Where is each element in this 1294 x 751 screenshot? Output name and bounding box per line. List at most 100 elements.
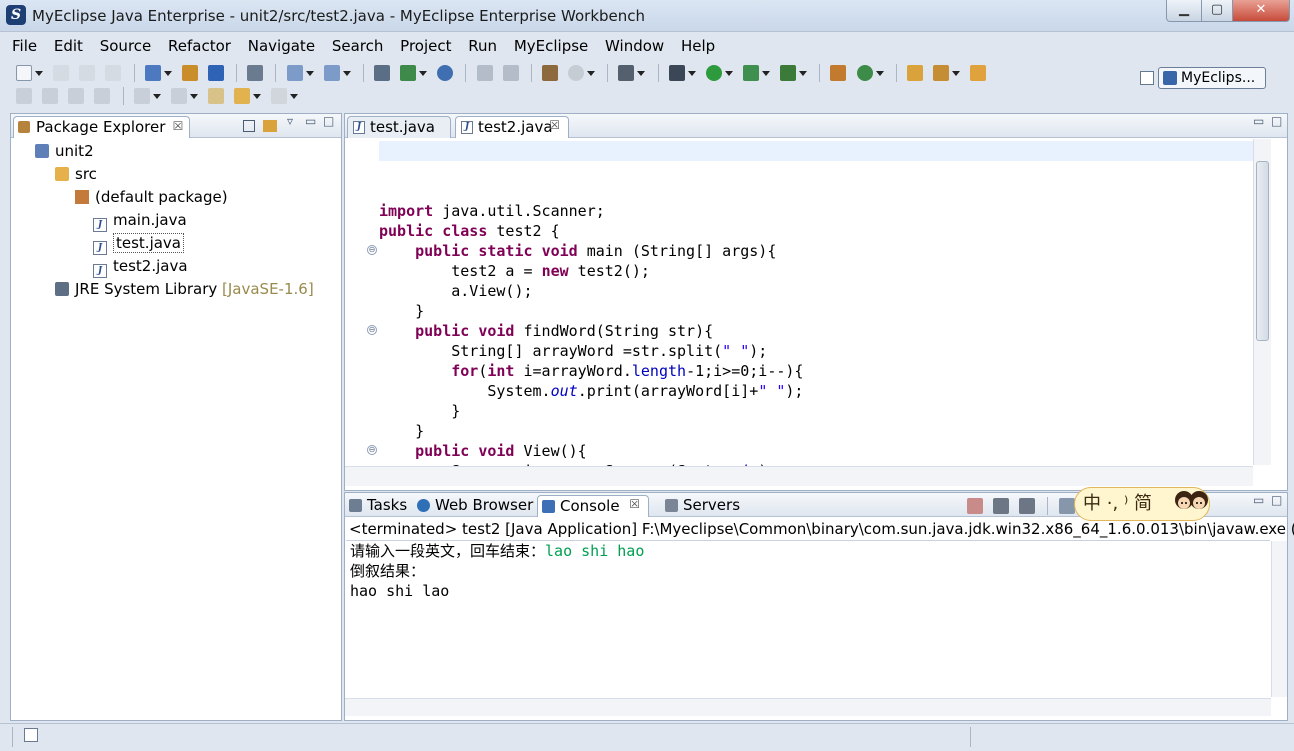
run-icon[interactable] — [705, 65, 722, 81]
forward-dropdown-arrow-icon[interactable] — [290, 93, 299, 99]
external-tools-dropdown-arrow-icon[interactable] — [799, 70, 808, 76]
search-tool-icon[interactable] — [932, 65, 949, 81]
new-class-dropdown-arrow-icon[interactable] — [875, 70, 884, 76]
previous-annotation-dropdown-arrow-icon[interactable] — [189, 93, 198, 99]
debug-dropdown-arrow-icon[interactable] — [687, 70, 696, 76]
console-vertical-scrollbar[interactable] — [1271, 541, 1287, 697]
maximize-button[interactable]: ▢ — [1201, 0, 1233, 22]
tab-console[interactable]: Console ☒ — [537, 495, 649, 517]
scrollbar-thumb[interactable] — [1256, 161, 1269, 341]
server-dropdown-arrow-icon[interactable] — [163, 70, 172, 76]
minimize-view-icon[interactable]: ▭ — [1253, 493, 1264, 507]
camera-dropdown-arrow-icon[interactable] — [637, 70, 646, 76]
fold-collapse-icon[interactable]: ⊖ — [367, 245, 377, 255]
menu-run[interactable]: Run — [462, 37, 503, 55]
minimize-view-icon[interactable]: ▭ — [1253, 114, 1264, 128]
clear-console-icon[interactable] — [1058, 498, 1075, 514]
fast-view-icon[interactable] — [24, 728, 38, 742]
external-tools-icon[interactable] — [780, 65, 797, 81]
link-with-editor-icon[interactable] — [263, 120, 277, 132]
new-java-class-icon[interactable] — [856, 65, 873, 81]
back-navigation-icon[interactable] — [476, 65, 493, 81]
new-ejb-project-icon[interactable] — [323, 65, 340, 81]
web-browser-icon[interactable] — [437, 65, 454, 81]
forward-navigation-icon[interactable] — [502, 65, 519, 81]
deploy-icon[interactable] — [181, 65, 198, 81]
maximize-view-icon[interactable]: □ — [323, 114, 334, 128]
console-output[interactable]: 请输入一段英文，回车结束：lao shi hao 倒叙结果： hao shi l… — [346, 540, 1270, 698]
menu-window[interactable]: Window — [599, 37, 670, 55]
tree-item-default-package[interactable]: (default package) — [75, 187, 228, 207]
close-icon[interactable]: ☒ — [173, 119, 184, 133]
tab-web-browser[interactable]: Web Browser — [413, 495, 533, 517]
tab-test-java[interactable]: J test.java — [347, 116, 451, 138]
open-perspective-icon[interactable] — [1140, 71, 1154, 85]
tree-item-src[interactable]: src — [55, 164, 97, 184]
open-project-icon[interactable] — [906, 65, 923, 81]
remove-launch-icon[interactable] — [993, 498, 1010, 514]
new-web-project-icon[interactable] — [286, 65, 303, 81]
console-horizontal-scrollbar[interactable] — [345, 698, 1271, 716]
open-folder-icon[interactable] — [970, 65, 987, 81]
new-icon[interactable] — [16, 65, 32, 81]
toggle-mark-occurrences-icon[interactable] — [16, 88, 32, 104]
ime-status-widget[interactable]: 中 ·, ⁾ 简 — [1074, 487, 1210, 521]
new-server-icon[interactable] — [144, 65, 161, 81]
tab-test2-java[interactable]: J test2.java ☒ — [455, 116, 569, 138]
save-icon[interactable] — [53, 65, 70, 81]
resource-dropdown-arrow-icon[interactable] — [587, 70, 596, 76]
run-dropdown-arrow-icon[interactable] — [724, 70, 733, 76]
collapse-all-icon[interactable] — [243, 120, 255, 132]
menu-help[interactable]: Help — [675, 37, 721, 55]
fold-collapse-icon[interactable]: ⊖ — [367, 325, 377, 335]
menu-source[interactable]: Source — [94, 37, 158, 55]
back-dropdown-arrow-icon[interactable] — [253, 93, 262, 99]
html-dropdown-arrow-icon[interactable] — [419, 70, 428, 76]
perspective-myeclipse-button[interactable]: MyEclips... — [1158, 67, 1266, 89]
previous-annotation-icon[interactable] — [170, 88, 187, 104]
code-editor[interactable]: import java.util.Scanner; public class t… — [345, 139, 1253, 469]
menu-navigate[interactable]: Navigate — [242, 37, 321, 55]
menu-project[interactable]: Project — [394, 37, 457, 55]
tree-item-test-java[interactable]: Jtest.java — [93, 233, 185, 255]
maximize-view-icon[interactable]: □ — [1271, 493, 1282, 507]
minimize-button[interactable]: ▁ — [1166, 0, 1202, 22]
tree-item-jre-library[interactable]: JRE System Library [JavaSE-1.6] — [55, 279, 314, 299]
open-type-icon[interactable] — [541, 65, 558, 81]
close-window-button[interactable]: ✕ — [1232, 0, 1290, 22]
next-annotation-icon[interactable] — [133, 88, 150, 104]
menu-search[interactable]: Search — [326, 37, 390, 55]
show-whitespace-icon[interactable] — [68, 88, 85, 104]
menu-file[interactable]: File — [6, 37, 43, 55]
camera-icon[interactable] — [618, 65, 635, 81]
print-icon[interactable] — [105, 65, 122, 81]
maximize-view-icon[interactable]: □ — [1271, 114, 1282, 128]
forward-icon[interactable] — [271, 88, 288, 104]
open-console-icon[interactable] — [247, 65, 264, 81]
editor-horizontal-scrollbar[interactable] — [345, 466, 1253, 486]
ejb-project-dropdown-arrow-icon[interactable] — [342, 70, 351, 76]
new-dropdown-arrow-icon[interactable] — [35, 70, 43, 76]
search-dropdown-arrow-icon[interactable] — [951, 70, 960, 76]
new-jsp-icon[interactable] — [373, 65, 390, 81]
menu-myeclipse[interactable]: MyEclipse — [508, 37, 594, 55]
new-html-icon[interactable] — [400, 65, 417, 81]
tab-package-explorer[interactable]: Package Explorer ☒ — [13, 116, 191, 138]
remove-all-terminated-icon[interactable] — [1019, 498, 1036, 514]
debug-icon[interactable] — [668, 65, 685, 81]
minimize-view-icon[interactable]: ▭ — [305, 114, 316, 128]
save-all-icon[interactable] — [79, 65, 96, 81]
fold-collapse-icon[interactable]: ⊖ — [367, 445, 377, 455]
tree-item-project-unit2[interactable]: unit2 — [35, 141, 94, 161]
new-java-package-icon[interactable] — [830, 65, 847, 81]
terminate-icon[interactable] — [967, 498, 983, 514]
last-edit-location-icon[interactable] — [207, 88, 224, 104]
toggle-block-selection-icon[interactable] — [42, 88, 59, 104]
web-project-dropdown-arrow-icon[interactable] — [305, 70, 314, 76]
tab-servers[interactable]: Servers — [661, 495, 740, 517]
tab-tasks[interactable]: Tasks — [345, 495, 407, 517]
coverage-dropdown-arrow-icon[interactable] — [761, 70, 770, 76]
tree-item-main-java[interactable]: Jmain.java — [93, 210, 187, 232]
editor-vertical-scrollbar[interactable] — [1253, 139, 1271, 465]
run-with-coverage-icon[interactable] — [742, 65, 759, 81]
